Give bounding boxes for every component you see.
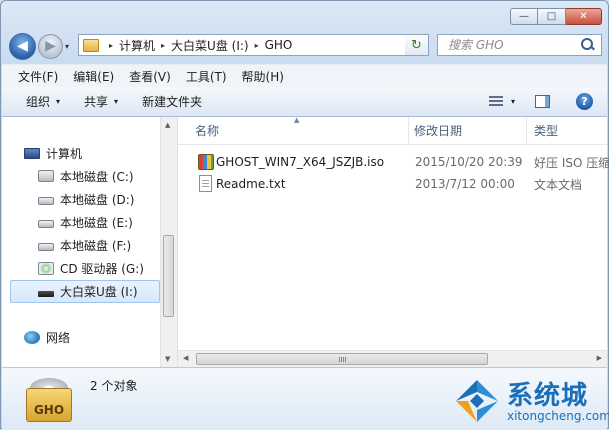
file-row-iso[interactable]: GHOST_WIN7_X64_JSZJB.iso 2015/10/20 20:3… (178, 151, 609, 173)
menu-edit[interactable]: 编辑(E) (65, 68, 121, 85)
scroll-left-icon[interactable]: ◀ (183, 354, 188, 362)
refresh-button[interactable]: ↻ (405, 34, 429, 56)
chevron-down-icon: ▾ (56, 97, 61, 106)
column-divider[interactable] (526, 117, 527, 144)
breadcrumb-separator[interactable]: ▸ (161, 41, 165, 50)
minimize-button[interactable]: — (510, 8, 538, 25)
share-label: 共享 (84, 95, 109, 109)
sidebar-scrollbar[interactable]: ▲ ▼ (160, 117, 177, 367)
share-button[interactable]: 共享 ▾ (84, 93, 118, 110)
menu-bar: 文件(F) 编辑(E) 查看(V) 工具(T) 帮助(H) (2, 64, 607, 88)
new-folder-button[interactable]: 新建文件夹 (142, 93, 202, 110)
column-header: ▲ 名称 修改日期 类型 (178, 116, 607, 145)
folder-icon (83, 38, 99, 52)
help-icon[interactable]: ? (576, 93, 593, 110)
drive-icon (38, 197, 54, 205)
sidebar-item-usb-drive-i[interactable]: 大白菜U盘 (I:) (10, 280, 160, 303)
breadcrumb-gho[interactable]: GHO (265, 38, 293, 52)
item-count: 2 个对象 (90, 379, 138, 393)
sidebar-item-drive-e[interactable]: 本地磁盘 (E:) (38, 212, 133, 232)
sidebar-item-label: 本地磁盘 (F:) (60, 238, 132, 253)
file-modified: 2015/10/20 20:39 (415, 155, 523, 169)
command-bar: 组织 ▾ 共享 ▾ 新建文件夹 ▾ ? (2, 87, 607, 117)
watermark-brand: 系统城 (507, 381, 589, 411)
sidebar-item-label: 本地磁盘 (E:) (60, 215, 133, 230)
file-type: 文本文档 (534, 177, 583, 192)
gho-folder-icon: GHO (24, 374, 76, 426)
menu-view[interactable]: 查看(V) (121, 68, 178, 85)
network-icon (24, 330, 40, 344)
menu-help[interactable]: 帮助(H) (234, 68, 291, 85)
horizontal-scrollbar[interactable]: ◀ ▶ (178, 350, 607, 367)
breadcrumb-separator[interactable]: ▸ (109, 41, 113, 50)
back-button[interactable]: ◀ (9, 32, 36, 60)
new-folder-label: 新建文件夹 (142, 95, 203, 109)
system-drive-icon (38, 170, 54, 182)
chevron-down-icon: ▾ (114, 97, 119, 106)
sidebar-item-computer[interactable]: 计算机 (24, 143, 82, 163)
menu-tools[interactable]: 工具(T) (178, 68, 234, 85)
drive-icon (38, 220, 54, 228)
breadcrumb-usb-drive[interactable]: 大白菜U盘 (I:) (171, 37, 249, 54)
sidebar-item-label: 计算机 (46, 146, 83, 161)
drive-icon (38, 243, 54, 251)
sidebar-item-drive-f[interactable]: 本地磁盘 (F:) (38, 235, 131, 255)
scrollbar-thumb[interactable] (163, 235, 174, 317)
organize-label: 组织 (26, 95, 51, 109)
sidebar-item-drive-c[interactable]: 本地磁盘 (C:) (38, 166, 134, 186)
file-row-readme[interactable]: Readme.txt 2013/7/12 00:00 文本文档 (178, 173, 607, 195)
breadcrumb-separator[interactable]: ▸ (255, 41, 259, 50)
iso-archive-icon (198, 154, 214, 170)
cd-drive-icon (38, 261, 54, 275)
history-dropdown[interactable]: ▾ (65, 42, 75, 51)
view-options-dropdown[interactable]: ▾ (511, 97, 515, 106)
sidebar-item-cd-drive-g[interactable]: CD 驱动器 (G:) (38, 258, 144, 278)
file-list: ▲ 名称 修改日期 类型 GHOST_WIN7_X64_JSZJB.iso 20… (178, 116, 609, 367)
scroll-down-icon[interactable]: ▼ (165, 355, 170, 363)
forward-button[interactable]: ▶ (38, 33, 63, 59)
scrollbar-thumb[interactable] (196, 353, 488, 365)
window-caption-buttons: — □ ✕ (510, 8, 602, 25)
preview-pane-icon[interactable] (535, 95, 550, 108)
text-file-icon (199, 175, 212, 192)
sidebar-item-drive-d[interactable]: 本地磁盘 (D:) (38, 189, 134, 209)
file-name: GHOST_WIN7_X64_JSZJB.iso (216, 155, 385, 169)
search-icon[interactable] (581, 38, 595, 52)
address-bar[interactable]: ▸ 计算机 ▸ 大白菜U盘 (I:) ▸ GHO ▾ (78, 34, 428, 56)
breadcrumb-computer[interactable]: 计算机 (119, 37, 155, 54)
file-modified: 2013/7/12 00:00 (415, 177, 515, 191)
watermark-logo-icon (456, 380, 498, 422)
sidebar-item-label: 本地磁盘 (C:) (60, 169, 134, 184)
organize-button[interactable]: 组织 ▾ (26, 93, 60, 110)
navigation-pane: 计算机 本地磁盘 (C:) 本地磁盘 (D:) 本地磁盘 (E:) 本地磁盘 (… (2, 117, 178, 367)
close-button[interactable]: ✕ (566, 8, 602, 25)
view-controls: ▾ ? (488, 87, 607, 116)
column-type[interactable]: 类型 (534, 117, 558, 144)
file-name: Readme.txt (216, 177, 286, 191)
column-name[interactable]: 名称 (195, 117, 219, 144)
sidebar-item-label: 大白菜U盘 (I:) (60, 285, 138, 299)
search-input[interactable] (446, 37, 580, 53)
computer-icon (24, 147, 40, 159)
explorer-window: — □ ✕ ◀ ▶ ▾ ▸ 计算机 ▸ 大白菜U盘 (I:) ▸ GHO ▾ ↻… (0, 0, 609, 430)
maximize-button[interactable]: □ (538, 8, 566, 25)
view-options-icon[interactable] (488, 96, 503, 107)
navigation-buttons: ◀ ▶ ▾ (9, 32, 75, 60)
column-modified[interactable]: 修改日期 (414, 117, 462, 144)
menu-file[interactable]: 文件(F) (2, 68, 65, 85)
file-type: 好压 ISO 压缩 (534, 155, 609, 170)
watermark-url: xitongcheng.com (507, 409, 609, 423)
watermark: 系统城 xitongcheng.com (454, 372, 609, 430)
sidebar-item-label: CD 驱动器 (G:) (60, 261, 144, 276)
sidebar-item-label: 网络 (46, 330, 71, 345)
search-box[interactable] (437, 34, 602, 56)
scroll-up-icon[interactable]: ▲ (165, 121, 170, 129)
sidebar-item-label: 本地磁盘 (D:) (60, 192, 135, 207)
sort-ascending-icon: ▲ (294, 116, 300, 124)
column-divider[interactable] (408, 117, 409, 144)
sidebar-item-network[interactable]: 网络 (24, 327, 70, 347)
usb-drive-icon (38, 291, 54, 297)
gho-folder-badge: GHO (26, 388, 72, 422)
scroll-right-icon[interactable]: ▶ (597, 354, 602, 362)
